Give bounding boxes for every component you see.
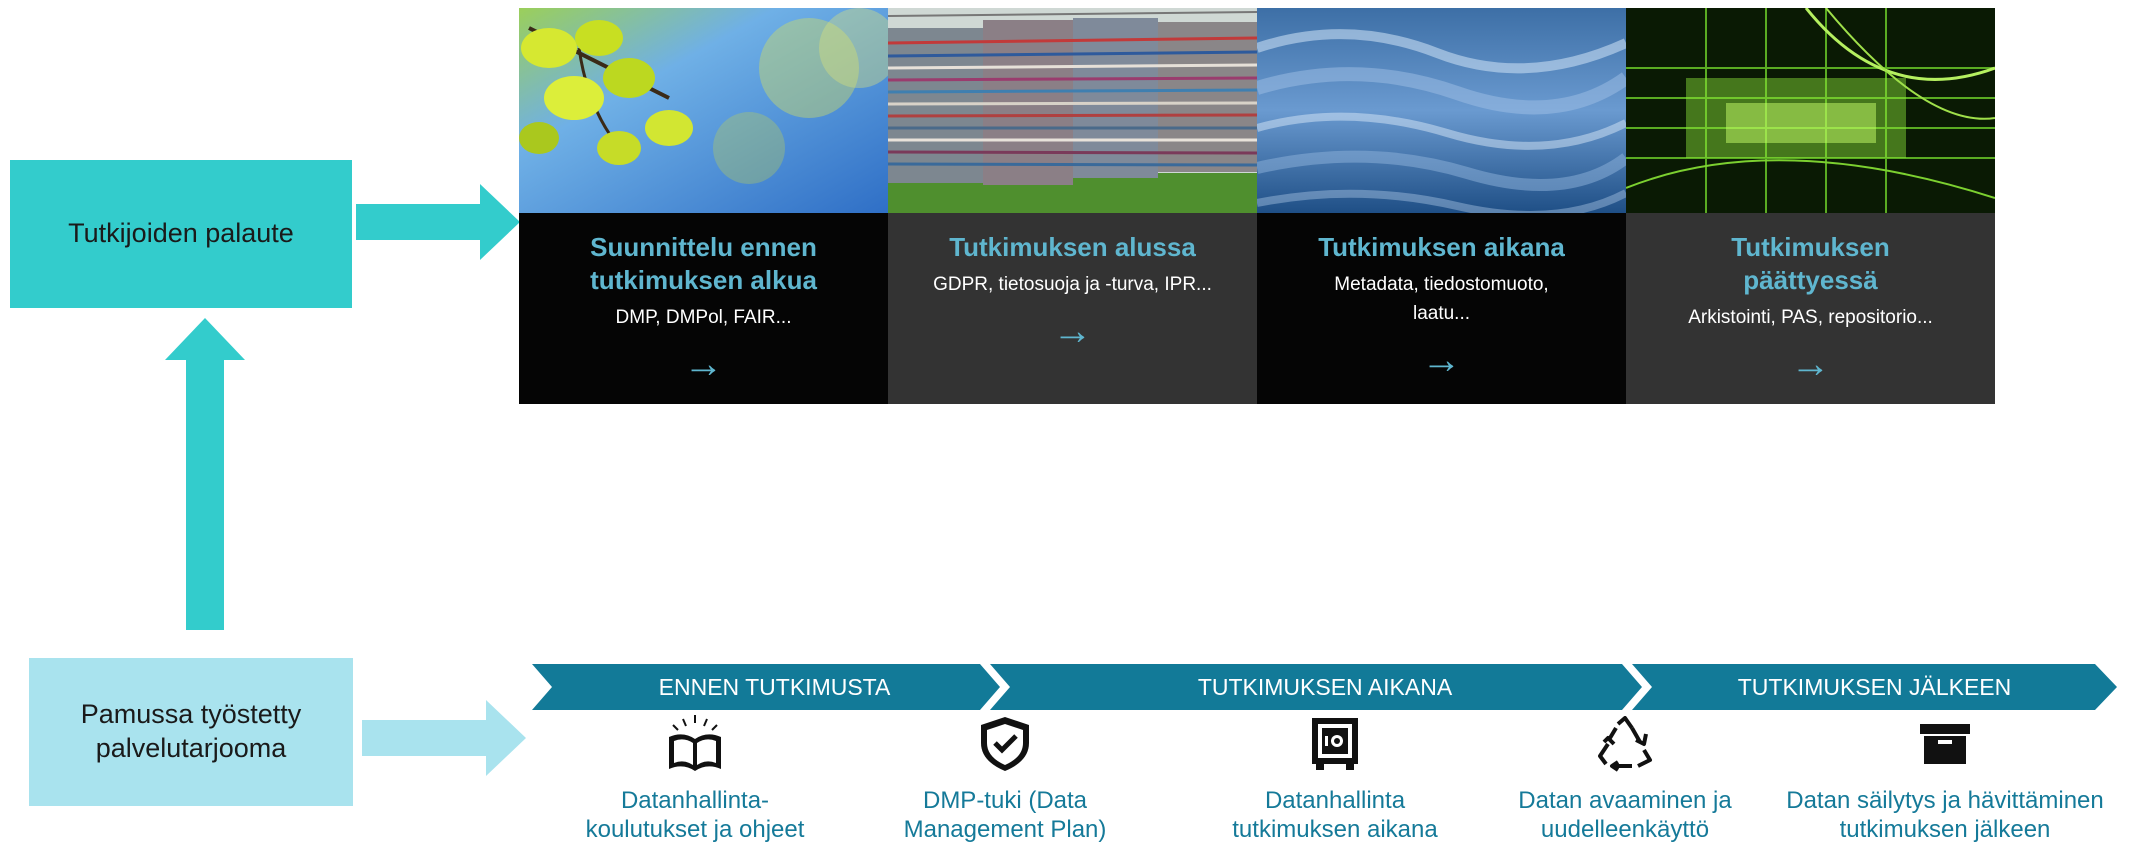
service-label: Datanhallinta tutkimuksen aikana <box>1232 787 1438 843</box>
card-title: Tutkimuksen päättyessä <box>1731 232 1890 295</box>
phase-after: TUTKIMUKSEN JÄLKEEN <box>1737 674 2012 700</box>
arrow-right-icon[interactable]: → <box>1626 344 1995 384</box>
service-label: Datanhallinta-koulutukset ja ohjeet <box>585 787 805 843</box>
service-dmp-support[interactable]: DMP-tuki (Data Management Plan) <box>850 712 1160 844</box>
card-title: Tutkimuksen alussa <box>949 232 1196 262</box>
recycle-icon <box>1470 712 1780 776</box>
card-subtitle: Metadata, tiedostomuoto, laatu... <box>1334 274 1549 324</box>
archive-box-icon <box>1770 712 2120 776</box>
card-planning[interactable]: Suunnittelu ennen tutkimuksen alkua DMP,… <box>519 8 888 404</box>
shield-check-icon <box>850 712 1160 776</box>
service-during-research[interactable]: Datanhallinta tutkimuksen aikana <box>1180 712 1490 844</box>
feedback-label: Tutkijoiden palaute <box>68 218 294 249</box>
card-title: Suunnittelu ennen tutkimuksen alkua <box>590 232 817 295</box>
service-label: Datan avaaminen ja uudelleenkäyttö <box>1518 787 1732 843</box>
card-title: Tutkimuksen aikana <box>1318 232 1565 262</box>
arrow-up <box>165 318 245 630</box>
service-storage-disposal[interactable]: Datan säilytys ja hävittäminen tutkimuks… <box>1770 712 2120 844</box>
arrow-right-bottom <box>362 700 526 776</box>
phase-during: TUTKIMUKSEN AIKANA <box>1197 674 1453 700</box>
card-start[interactable]: Tutkimuksen alussa GDPR, tietosuoja ja -… <box>888 8 1257 404</box>
card-subtitle: Arkistointi, PAS, repositorio... <box>1688 307 1933 328</box>
service-offering-box: Pamussa työstetty palvelutarjooma <box>29 658 353 806</box>
card-end[interactable]: Tutkimuksen päättyessä Arkistointi, PAS,… <box>1626 8 1995 404</box>
open-book-icon <box>540 712 850 776</box>
service-label: DMP-tuki (Data Management Plan) <box>903 787 1107 843</box>
service-label: Datan säilytys ja hävittäminen tutkimuks… <box>1786 787 2104 843</box>
card-subtitle: DMP, DMPol, FAIR... <box>615 307 792 328</box>
card-subtitle: GDPR, tietosuoja ja -turva, IPR... <box>933 274 1212 295</box>
service-open-reuse[interactable]: Datan avaaminen ja uudelleenkäyttö <box>1470 712 1780 844</box>
arrow-right-top <box>356 184 520 260</box>
feedback-box: Tutkijoiden palaute <box>10 160 352 308</box>
green-light-image <box>1626 8 1995 213</box>
card-during[interactable]: Tutkimuksen aikana Metadata, tiedostomuo… <box>1257 8 1626 404</box>
arrow-right-icon[interactable]: → <box>519 344 888 384</box>
water-image <box>1257 8 1626 213</box>
arrow-right-icon[interactable]: → <box>888 311 1257 351</box>
birch-leaves-image <box>519 8 888 213</box>
card-panel: Suunnittelu ennen tutkimuksen alkua DMP,… <box>519 213 888 404</box>
safe-icon <box>1180 712 1490 776</box>
rag-rugs-image <box>888 8 1257 213</box>
card-panel: Tutkimuksen alussa GDPR, tietosuoja ja -… <box>888 213 1257 404</box>
card-panel: Tutkimuksen päättyessä Arkistointi, PAS,… <box>1626 213 1995 404</box>
arrow-right-icon[interactable]: → <box>1257 340 1626 380</box>
card-panel: Tutkimuksen aikana Metadata, tiedostomuo… <box>1257 213 1626 404</box>
service-training[interactable]: Datanhallinta-koulutukset ja ohjeet <box>540 712 850 844</box>
offering-label: Pamussa työstetty palvelutarjooma <box>80 699 302 763</box>
phase-before: ENNEN TUTKIMUSTA <box>658 674 891 700</box>
